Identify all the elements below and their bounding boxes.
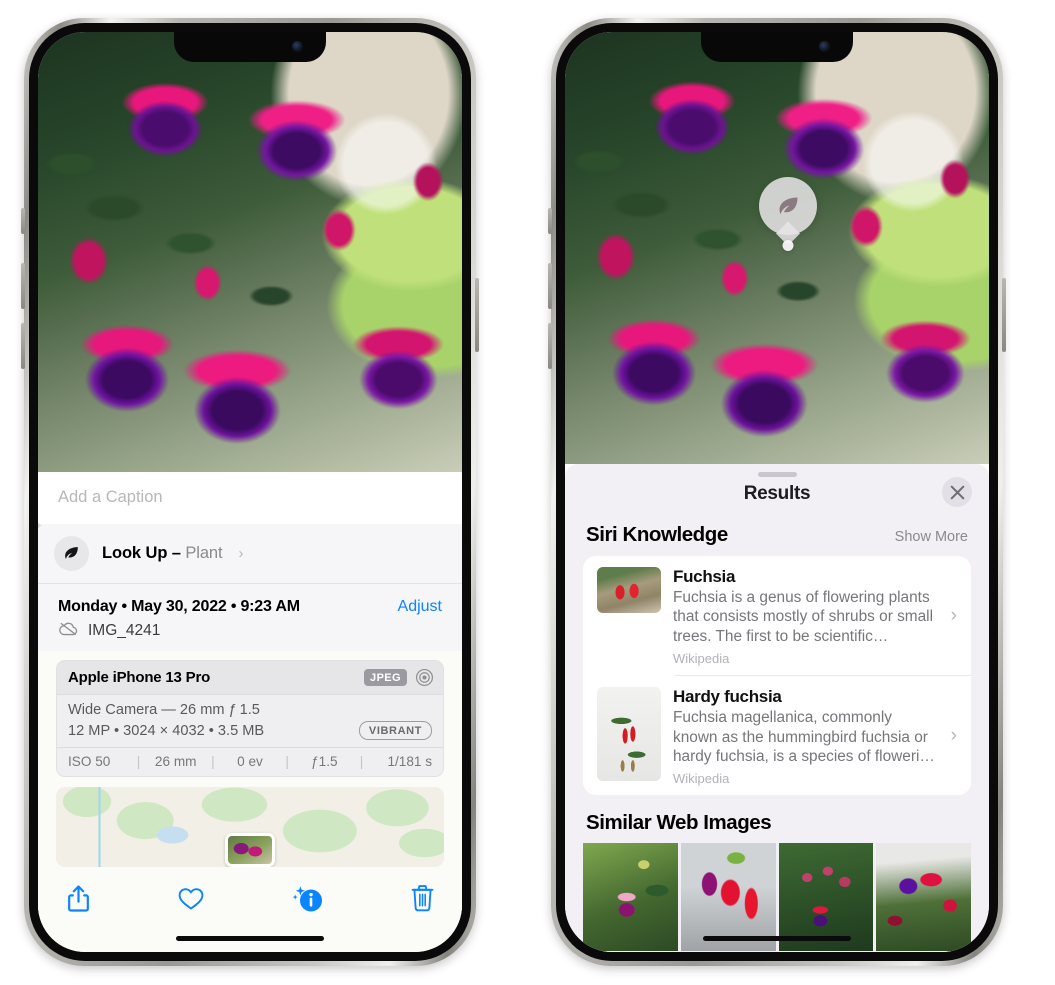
- chevron-right-icon: ›: [950, 604, 957, 626]
- location-map[interactable]: [56, 787, 444, 867]
- front-camera-icon: [292, 41, 303, 52]
- siri-knowledge-card: Fuchsia Fuchsia is a genus of flowering …: [583, 556, 971, 796]
- knowledge-source: Wikipedia: [673, 651, 730, 667]
- close-button[interactable]: [942, 477, 972, 507]
- left-phone-screen: Add a Caption ✦ ✦ Look Up – Plant ›: [38, 32, 462, 952]
- notch: [701, 32, 853, 62]
- home-indicator[interactable]: [703, 936, 851, 941]
- photo-viewer[interactable]: [565, 32, 989, 464]
- format-badge: JPEG: [364, 669, 407, 686]
- right-phone-bezel: Results Siri Knowledge Show More Fuchsia…: [556, 23, 998, 961]
- icloud-slash-icon: [58, 621, 79, 641]
- photo-viewer[interactable]: [38, 32, 462, 472]
- close-icon: [950, 485, 964, 499]
- web-image-tile[interactable]: [876, 843, 971, 952]
- volume-down-button[interactable]: [21, 323, 25, 369]
- knowledge-row[interactable]: Fuchsia Fuchsia is a genus of flowering …: [583, 556, 971, 675]
- home-indicator[interactable]: [176, 936, 324, 941]
- camera-card-body: Wide Camera — 26 mm ƒ 1.5 12 MP • 3024 ×…: [57, 695, 443, 748]
- caption-input[interactable]: Add a Caption: [38, 472, 462, 524]
- volume-up-button[interactable]: [548, 263, 552, 309]
- info-sparkle-icon[interactable]: [292, 883, 325, 913]
- volume-down-button[interactable]: [548, 323, 552, 369]
- mute-switch[interactable]: [21, 208, 25, 234]
- knowledge-thumbnail: [597, 687, 661, 782]
- photo-info-sheet: Add a Caption ✦ ✦ Look Up – Plant ›: [38, 472, 462, 952]
- map-photo-pin[interactable]: [225, 833, 275, 867]
- results-header: Results: [565, 477, 989, 519]
- volume-up-button[interactable]: [21, 263, 25, 309]
- photo-filename: IMG_4241: [88, 622, 161, 639]
- results-sheet: Results Siri Knowledge Show More Fuchsia…: [565, 464, 989, 952]
- camera-specs: 12 MP • 3024 × 4032 • 3.5 MB: [68, 722, 265, 739]
- exif-row: ISO 50 | 26 mm | 0 ev | ƒ1.5 | 1/181 s: [57, 748, 443, 776]
- right-iphone-device: Results Siri Knowledge Show More Fuchsia…: [548, 18, 1006, 966]
- camera-model: Apple iPhone 13 Pro: [68, 669, 211, 686]
- photo-date: Monday • May 30, 2022 • 9:23 AM: [58, 598, 300, 615]
- sparkle-icon: ✦: [38, 519, 44, 534]
- knowledge-source: Wikipedia: [673, 771, 730, 787]
- photo-metadata-block: Monday • May 30, 2022 • 9:23 AM Adjust I…: [38, 584, 462, 651]
- camera-card-header: Apple iPhone 13 Pro JPEG: [57, 661, 443, 695]
- front-camera-icon: [819, 41, 830, 52]
- similar-web-images-grid: [565, 837, 989, 952]
- exif-aperture: ƒ1.5: [311, 754, 338, 769]
- camera-info-card[interactable]: Apple iPhone 13 Pro JPEG Wide Camera — 2…: [56, 660, 444, 777]
- exif-focal: 26 mm: [154, 754, 197, 769]
- knowledge-thumbnail: [597, 567, 661, 613]
- notch: [174, 32, 326, 62]
- look-up-row[interactable]: ✦ ✦ Look Up – Plant ›: [38, 519, 462, 584]
- share-icon[interactable]: [66, 884, 91, 913]
- power-button[interactable]: [475, 278, 479, 352]
- exif-ev: 0 ev: [237, 754, 263, 769]
- results-title: Results: [743, 483, 811, 504]
- photo-toolbar: [38, 867, 462, 923]
- visual-lookup-leaf-badge[interactable]: [759, 177, 817, 235]
- exif-shutter: 1/181 s: [387, 754, 433, 769]
- exif-divider: |: [211, 754, 215, 769]
- web-image-tile[interactable]: [583, 843, 678, 952]
- chevron-right-icon: ›: [238, 545, 244, 562]
- aperture-icon: [415, 668, 434, 687]
- knowledge-title: Fuchsia: [673, 567, 736, 586]
- knowledge-description: Fuchsia is a genus of flowering plants t…: [673, 589, 934, 645]
- look-up-label: Look Up – Plant: [102, 544, 223, 563]
- exif-divider: |: [359, 754, 364, 769]
- heart-icon[interactable]: [177, 886, 205, 911]
- similar-web-images-title: Similar Web Images: [586, 811, 772, 835]
- exif-divider: |: [136, 754, 141, 769]
- knowledge-row[interactable]: Hardy fuchsia Fuchsia magellanica, commo…: [583, 676, 971, 795]
- power-button[interactable]: [1002, 278, 1006, 352]
- screenshot-stage: Add a Caption ✦ ✦ Look Up – Plant ›: [0, 0, 1055, 985]
- siri-knowledge-header: Siri Knowledge Show More: [565, 519, 989, 556]
- show-more-button[interactable]: Show More: [895, 529, 968, 545]
- left-iphone-device: Add a Caption ✦ ✦ Look Up – Plant ›: [21, 18, 479, 966]
- leaf-icon: [54, 536, 89, 571]
- photographic-style-badge: VIBRANT: [358, 721, 432, 740]
- exif-iso: ISO 50: [68, 754, 111, 769]
- trash-icon[interactable]: [411, 884, 434, 912]
- left-phone-bezel: Add a Caption ✦ ✦ Look Up – Plant ›: [29, 23, 471, 961]
- knowledge-title: Hardy fuchsia: [673, 687, 782, 707]
- right-phone-screen: Results Siri Knowledge Show More Fuchsia…: [565, 32, 989, 952]
- camera-lens: Wide Camera — 26 mm ƒ 1.5: [68, 702, 260, 718]
- look-up-prefix: Look Up –: [102, 544, 186, 562]
- chevron-right-icon: ›: [950, 724, 957, 746]
- look-up-subject: Plant: [185, 544, 223, 562]
- knowledge-description: Fuchsia magellanica, commonly known as t…: [673, 709, 935, 766]
- exif-divider: |: [285, 754, 289, 769]
- mute-switch[interactable]: [548, 208, 552, 234]
- similar-web-images-header: Similar Web Images: [565, 795, 989, 837]
- siri-knowledge-title: Siri Knowledge: [586, 523, 728, 546]
- adjust-button[interactable]: Adjust: [398, 598, 442, 616]
- leaf-icon: [779, 197, 797, 214]
